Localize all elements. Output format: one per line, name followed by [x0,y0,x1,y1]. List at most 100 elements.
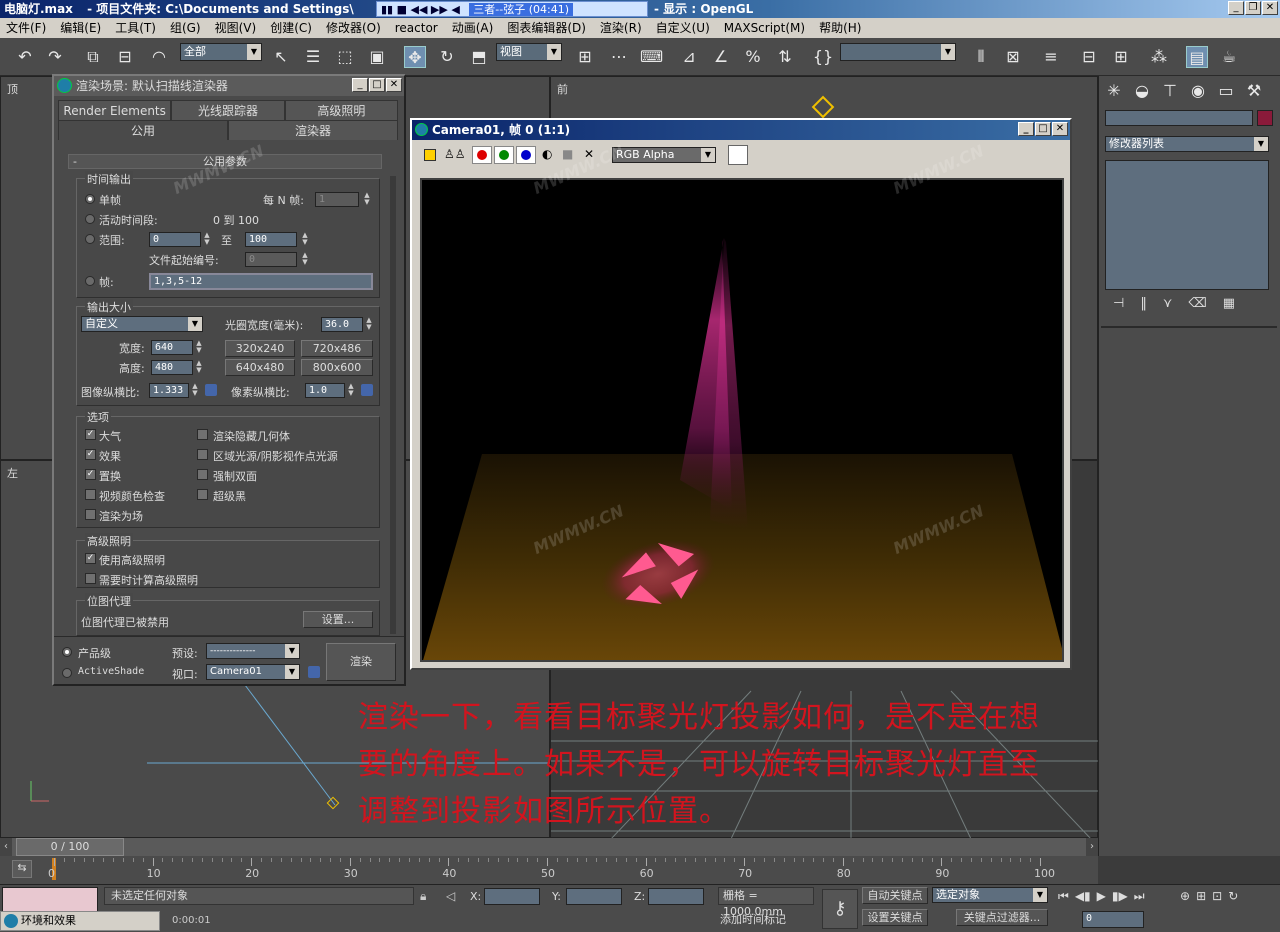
color-swatch[interactable] [728,145,748,165]
align-icon[interactable]: ⊠ [1002,46,1024,68]
curve-editor-icon[interactable]: ⊟ [1078,46,1100,68]
rect-region-icon[interactable]: ⬚ [334,46,356,68]
monochrome-icon[interactable]: ■ [562,147,573,161]
remove-modifier-icon[interactable]: ⌫ [1188,296,1206,311]
redo-icon[interactable]: ↷ [44,46,66,68]
prev-frame-icon[interactable]: ◀▮ [1075,889,1091,904]
lock-icon[interactable] [308,666,320,678]
menu-item[interactable]: MAXScript(M) [724,18,805,38]
active-segment-radio[interactable] [85,214,95,224]
preset-800x600-button[interactable]: 800x600 [301,359,373,376]
output-size-preset-select[interactable]: 自定义 ▼ [81,316,203,332]
lock-icon[interactable] [205,384,217,396]
y-field[interactable] [566,888,622,905]
minimize-button[interactable]: _ [352,78,368,92]
save-image-icon[interactable] [424,149,436,161]
hierarchy-tab-icon[interactable]: ⊤ [1159,80,1181,102]
select-manipulate-icon[interactable]: ⋯ [608,46,630,68]
option-checkbox[interactable]: ✓ [85,469,96,480]
option-checkbox[interactable] [197,489,208,500]
rotate-icon[interactable]: ↻ [436,46,458,68]
track-bar[interactable]: ⇆ 0 10 20 30 40 50 60 70 80 90 100 [0,856,1098,884]
object-color-swatch[interactable] [1257,110,1273,126]
key-filters-button[interactable]: 关键点过滤器... [956,909,1048,926]
undo-icon[interactable]: ↶ [14,46,36,68]
every-n-field[interactable]: 1 [315,192,359,207]
key-icon[interactable]: ⚷ [822,889,858,929]
range-from-field[interactable]: 0 [149,232,201,247]
pixel-aspect-field[interactable]: 1.0 [305,383,345,398]
menu-item[interactable]: 动画(A) [452,18,494,38]
preset-select[interactable]: -------------- ▼ [206,643,300,659]
tab-advanced-lighting[interactable]: 高级照明 [284,100,398,120]
maximize-button[interactable]: □ [369,78,385,92]
minimize-button[interactable]: _ [1018,122,1034,136]
scale-icon[interactable]: ⬒ [468,46,490,68]
spinner-arrows[interactable]: ▲ ▼ [191,383,199,398]
spinner-snap-icon[interactable]: ⇅ [774,46,796,68]
range-to-field[interactable]: 100 [245,232,297,247]
keyboard-shortcut-icon[interactable]: ⌨ [640,46,663,68]
spinner-arrows[interactable]: ▲ ▼ [347,383,355,398]
taskbar-item[interactable]: 环境和效果 [0,911,160,931]
option-checkbox[interactable]: ✓ [85,429,96,440]
pin-stack-icon[interactable]: ⊣ [1113,296,1124,311]
menu-item[interactable]: 组(G) [170,18,201,38]
frames-field[interactable]: 1,3,5-12 [149,273,373,290]
modifier-list-select[interactable]: 修改器列表 ▼ [1105,136,1269,152]
select-icon[interactable]: ↖ [270,46,292,68]
window-crossing-icon[interactable]: ▣ [366,46,388,68]
percent-snap-icon[interactable]: % [742,46,764,68]
option-checkbox[interactable] [197,469,208,480]
x-field[interactable] [484,888,540,905]
unlink-icon[interactable]: ⊟ [114,46,136,68]
ref-coord-select[interactable]: 视图 ▼ [496,43,562,61]
tab-raytracer[interactable]: 光线跟踪器 [171,100,285,120]
time-next-icon[interactable]: › [1086,838,1098,856]
motion-tab-icon[interactable]: ◉ [1187,80,1209,102]
menu-item[interactable]: 图表编辑器(D) [507,18,586,38]
time-slider-thumb[interactable]: 0 / 100 [16,838,124,856]
height-field[interactable]: 480 [151,360,193,375]
preset-320x240-button[interactable]: 320x240 [225,340,295,357]
image-aspect-field[interactable]: 1.333 [149,383,189,398]
file-start-field[interactable]: 0 [245,252,297,267]
pivot-icon[interactable]: ⊞ [574,46,596,68]
viewport-select[interactable]: Camera01 ▼ [206,664,300,680]
create-tab-icon[interactable]: ✳ [1103,80,1125,102]
angle-snap-icon[interactable]: ∠ [710,46,732,68]
menu-item[interactable]: reactor [395,18,438,38]
bitmap-proxy-setup-button[interactable]: 设置... [303,611,373,628]
preset-720x486-button[interactable]: 720x486 [301,340,373,357]
object-name-field[interactable] [1105,110,1253,126]
display-tab-icon[interactable]: ▭ [1215,80,1237,102]
named-selection-icon[interactable]: {} [812,46,834,68]
spinner-arrows[interactable]: ▲ ▼ [301,232,309,247]
spinner-arrows[interactable]: ▲ ▼ [195,340,203,355]
blue-channel-toggle[interactable] [516,146,536,164]
close-button[interactable]: ✕ [386,78,402,92]
option-checkbox[interactable] [85,509,96,520]
spinner-arrows[interactable]: ▲ ▼ [365,317,373,332]
option-checkbox[interactable] [85,489,96,500]
single-frame-radio[interactable] [85,194,95,204]
layer-manager-icon[interactable]: ≡ [1040,46,1062,68]
channel-select[interactable]: RGB Alpha ▼ [612,147,716,163]
preset-640x480-button[interactable]: 640x480 [225,359,295,376]
alpha-channel-icon[interactable]: ◐ [542,147,552,161]
menu-item[interactable]: 渲染(R) [600,18,642,38]
menu-item[interactable]: 帮助(H) [819,18,861,38]
z-field[interactable] [648,888,704,905]
minimize-button[interactable]: _ [1228,1,1244,15]
mini-curve-editor-icon[interactable]: ⇆ [12,860,32,878]
menu-item[interactable]: 自定义(U) [656,18,710,38]
time-prev-icon[interactable]: ‹ [0,838,12,856]
schematic-view-icon[interactable]: ⊞ [1110,46,1132,68]
configure-sets-icon[interactable]: ▦ [1223,296,1235,311]
add-time-tag[interactable]: 添加时间标记 [720,911,786,927]
red-channel-toggle[interactable] [472,146,492,164]
spinner-arrows[interactable]: ▲ ▼ [363,192,371,207]
lock-icon[interactable] [361,384,373,396]
menu-item[interactable]: 编辑(E) [60,18,101,38]
orbit-icon[interactable]: ↻ [1228,889,1238,903]
